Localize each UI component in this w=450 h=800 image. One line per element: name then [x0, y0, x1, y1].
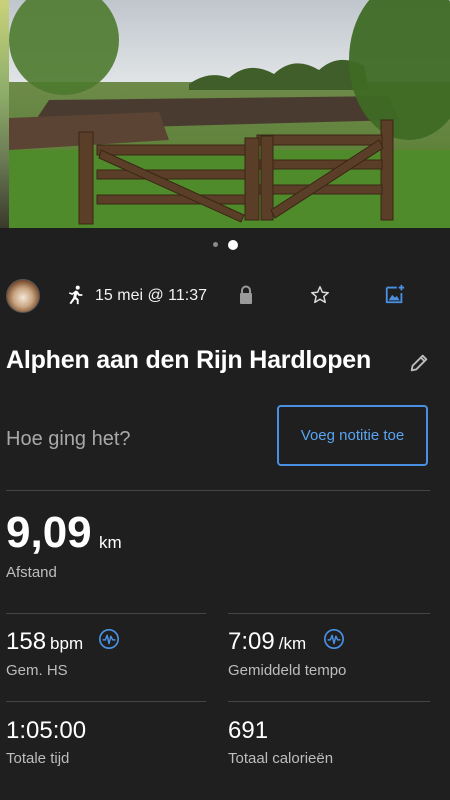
- pace-unit: /km: [278, 634, 307, 653]
- heart-rate-stat[interactable]: 158 bpm: [6, 628, 83, 656]
- heart-rate-unit: bpm: [50, 634, 84, 653]
- page-dot[interactable]: [212, 242, 218, 248]
- divider: [228, 613, 430, 614]
- heart-rate-value: 158: [6, 628, 47, 655]
- heart-rate-label: Gem. HS: [6, 662, 68, 679]
- calories-label: Totaal calorieën: [228, 750, 334, 767]
- activity-title: Alphen aan den Rijn Hardlopen: [6, 346, 372, 374]
- total-time-value: 1:05:00: [6, 717, 87, 744]
- running-icon: [68, 285, 83, 305]
- divider: [6, 490, 430, 491]
- page-dot-active[interactable]: [227, 239, 238, 250]
- divider: [6, 701, 206, 702]
- add-note-button[interactable]: Voeg notitie toe: [277, 405, 428, 466]
- avatar[interactable]: [6, 279, 40, 313]
- total-time-label: Totale tijd: [6, 750, 70, 767]
- edit-pencil-icon[interactable]: [408, 352, 430, 374]
- divider: [228, 701, 430, 702]
- previous-photo-edge[interactable]: [0, 0, 9, 228]
- distance-value: 9,09: [6, 508, 92, 557]
- pace-chart-icon[interactable]: [323, 628, 345, 650]
- photo-landscape-gate: [9, 0, 450, 228]
- pace-value: 7:09: [228, 628, 275, 655]
- activity-meta-row: 15 mei @ 11:37: [0, 276, 450, 316]
- distance-label: Afstand: [6, 564, 57, 581]
- activity-date: 15 mei @ 11:37: [95, 287, 208, 304]
- pace-stat[interactable]: 7:09/km: [228, 628, 306, 656]
- pace-label: Gemiddeld tempo: [228, 662, 347, 679]
- activity-photo[interactable]: [0, 0, 450, 228]
- star-icon[interactable]: [309, 284, 331, 306]
- add-photo-icon[interactable]: [384, 283, 406, 305]
- lock-icon[interactable]: [238, 285, 254, 305]
- calories-value: 691: [228, 717, 269, 744]
- gallery-pagination[interactable]: [0, 236, 450, 250]
- distance-unit: km: [99, 533, 122, 552]
- heart-rate-chart-icon[interactable]: [98, 628, 120, 650]
- how-did-it-go-label: Hoe ging het?: [6, 428, 131, 450]
- divider: [6, 613, 206, 614]
